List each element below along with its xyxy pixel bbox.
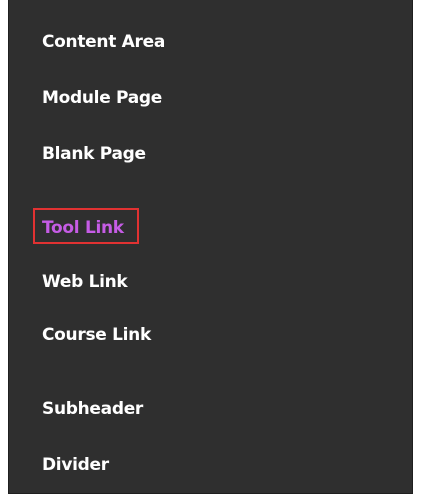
menu-item-tool-link[interactable]: Tool Link bbox=[33, 208, 139, 244]
menu-item-content-area[interactable]: Content Area bbox=[42, 25, 165, 59]
menu-item-course-link[interactable]: Course Link bbox=[42, 318, 151, 352]
menu-item-module-page[interactable]: Module Page bbox=[42, 81, 162, 115]
menu-item-blank-page[interactable]: Blank Page bbox=[42, 137, 146, 171]
menu-item-divider[interactable]: Divider bbox=[42, 448, 109, 482]
menu-item-subheader[interactable]: Subheader bbox=[42, 392, 143, 426]
add-menu-item-dropdown: Content Area Module Page Blank Page Tool… bbox=[8, 0, 413, 494]
menu-item-web-link[interactable]: Web Link bbox=[42, 265, 128, 299]
